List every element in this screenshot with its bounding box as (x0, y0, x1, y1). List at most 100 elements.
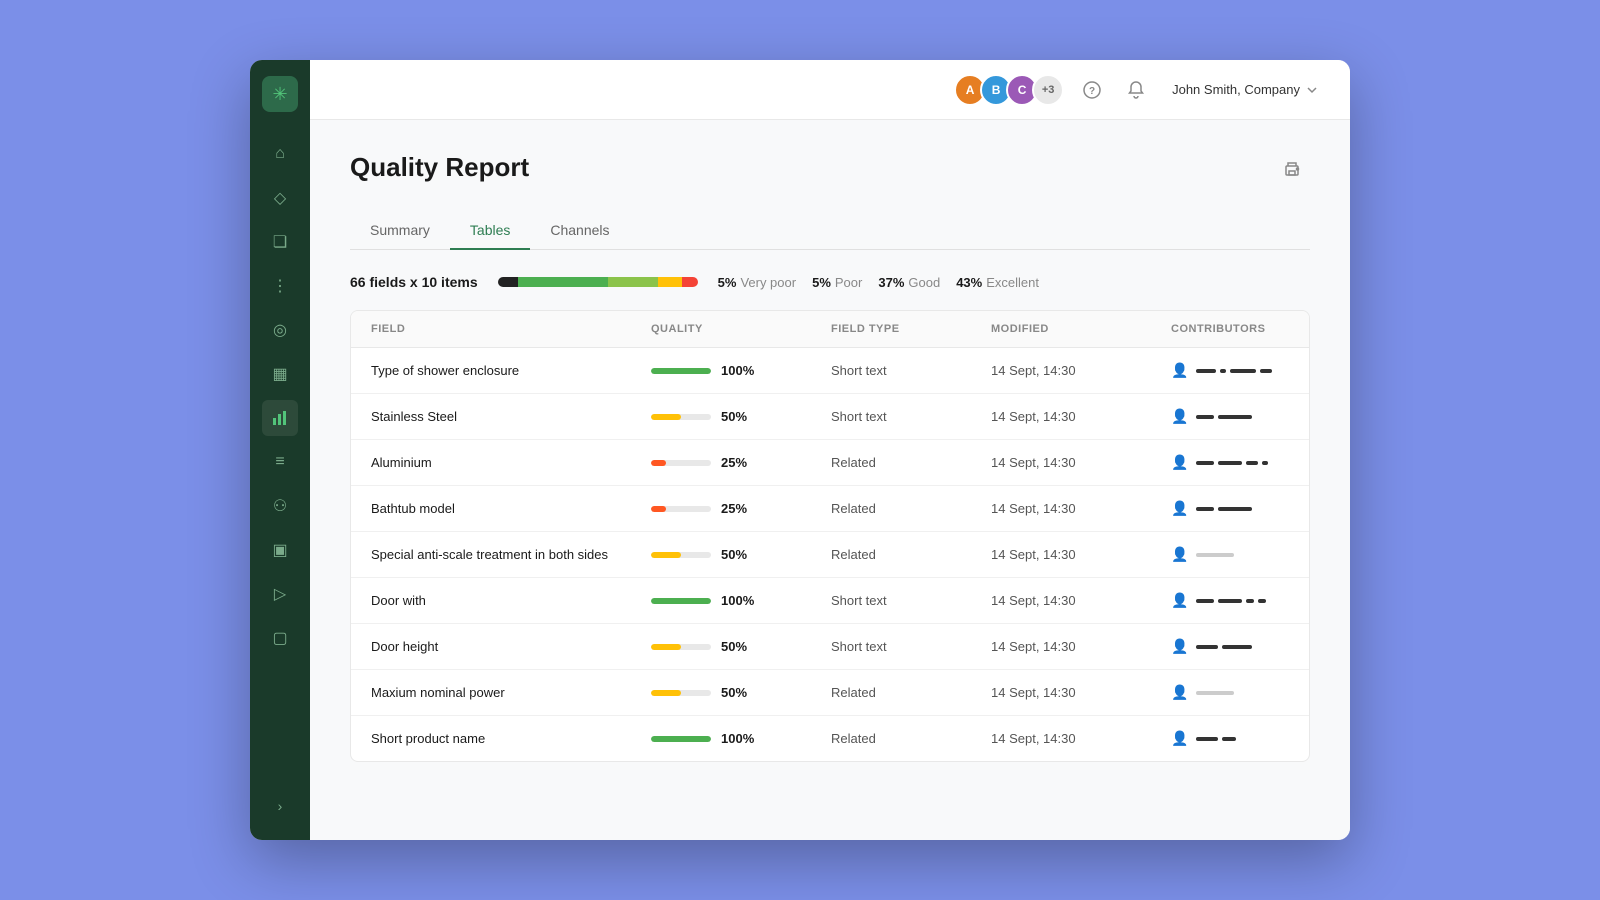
tab-channels[interactable]: Channels (530, 212, 629, 250)
contrib-lines (1196, 553, 1234, 557)
sidebar-item-folder[interactable]: ▷ (262, 576, 298, 612)
col-quality: QUALITY (651, 323, 831, 335)
tab-tables[interactable]: Tables (450, 212, 530, 250)
user-menu[interactable]: John Smith, Company (1164, 78, 1326, 101)
quality-fields-label: 66 fields x 10 items (350, 274, 478, 290)
field-name: Stainless Steel (371, 409, 651, 424)
modified-date: 14 Sept, 14:30 (991, 685, 1171, 700)
contrib-lines (1196, 369, 1272, 373)
contrib-line (1246, 599, 1254, 603)
contributor-icon: 👤 (1171, 362, 1188, 379)
quality-mini-bar (651, 644, 711, 650)
sidebar-item-link[interactable]: ⚇ (262, 488, 298, 524)
contributor-icon: 👤 (1171, 730, 1188, 747)
sidebar-item-chat[interactable]: ▢ (262, 620, 298, 656)
field-name: Maxium nominal power (371, 685, 651, 700)
contrib-line (1196, 599, 1214, 603)
modified-date: 14 Sept, 14:30 (991, 363, 1171, 378)
contrib-line (1246, 461, 1258, 465)
quality-pct: 50% (721, 639, 761, 654)
sidebar-item-location[interactable]: ◎ (262, 312, 298, 348)
contrib-line (1222, 645, 1252, 649)
sidebar: ✳ ⌂ ◇ ❏ ⋮ ◎ ▦ ≡ ⚇ ▣ ▷ ▢ › (250, 60, 310, 840)
field-type: Related (831, 501, 991, 516)
quality-stats: 5% Very poor 5% Poor 37% Good 43% Excell… (718, 275, 1039, 290)
contrib-line (1262, 461, 1268, 465)
sidebar-collapse-button[interactable]: › (262, 788, 298, 824)
contrib-line (1222, 737, 1236, 741)
avatar-overflow: +3 (1032, 74, 1064, 106)
contrib-line (1196, 461, 1214, 465)
field-name: Short product name (371, 731, 651, 746)
sidebar-item-stack[interactable]: ≡ (262, 444, 298, 480)
notification-icon[interactable] (1120, 74, 1152, 106)
quality-bar (498, 277, 698, 287)
quality-mini-bar (651, 598, 711, 604)
help-icon[interactable]: ? (1076, 74, 1108, 106)
quality-mini-bar (651, 368, 711, 374)
field-type: Related (831, 685, 991, 700)
sidebar-item-chart[interactable] (262, 400, 298, 436)
modified-date: 14 Sept, 14:30 (991, 547, 1171, 562)
sidebar-item-layers[interactable]: ❏ (262, 224, 298, 260)
quality-pct: 50% (721, 547, 761, 562)
tab-summary[interactable]: Summary (350, 212, 450, 250)
quality-cell: 25% (651, 455, 831, 470)
modified-date: 14 Sept, 14:30 (991, 593, 1171, 608)
contributors-cell: 👤 (1171, 500, 1289, 517)
quality-fill (651, 552, 681, 558)
quality-pct: 50% (721, 685, 761, 700)
table-row: Door height 50% Short text 14 Sept, 14:3… (351, 624, 1309, 670)
topbar: A B C +3 ? John Smith, Company (310, 60, 1350, 120)
stat-excellent: 43% Excellent (956, 275, 1039, 290)
col-contributors: CONTRIBUTORS (1171, 323, 1289, 335)
quality-fill (651, 644, 681, 650)
quality-fill (651, 690, 681, 696)
page-header: Quality Report (350, 152, 1310, 188)
main-content: A B C +3 ? John Smith, Company (310, 60, 1350, 840)
contrib-line (1196, 415, 1214, 419)
contrib-line (1230, 369, 1256, 373)
table-header: FIELD QUALITY FIELD TYPE MODIFIED CONTRI… (351, 311, 1309, 348)
contributors-cell: 👤 (1171, 592, 1289, 609)
user-label: John Smith, Company (1172, 82, 1300, 97)
sidebar-item-table[interactable]: ▦ (262, 356, 298, 392)
contrib-line (1196, 369, 1216, 373)
quality-mini-bar (651, 690, 711, 696)
sidebar-item-flow[interactable]: ⋮ (262, 268, 298, 304)
field-name: Door with (371, 593, 651, 608)
field-name: Aluminium (371, 455, 651, 470)
quality-cell: 50% (651, 639, 831, 654)
quality-fill (651, 598, 711, 604)
quality-summary: 66 fields x 10 items 5% Very poor 5% (350, 274, 1310, 290)
sidebar-logo[interactable]: ✳ (262, 76, 298, 112)
collaborator-avatars: A B C +3 (954, 74, 1064, 106)
modified-date: 14 Sept, 14:30 (991, 501, 1171, 516)
table-row: Stainless Steel 50% Short text 14 Sept, … (351, 394, 1309, 440)
contrib-line (1196, 691, 1234, 695)
quality-fill (651, 736, 711, 742)
stat-very-poor: 5% Very poor (718, 275, 796, 290)
bar-very-poor (682, 277, 698, 287)
contrib-lines (1196, 737, 1236, 741)
table-row: Special anti-scale treatment in both sid… (351, 532, 1309, 578)
field-type: Short text (831, 409, 991, 424)
contributors-cell: 👤 (1171, 362, 1289, 379)
contributors-cell: 👤 (1171, 408, 1289, 425)
stat-good: 37% Good (878, 275, 940, 290)
modified-date: 14 Sept, 14:30 (991, 639, 1171, 654)
contrib-line (1258, 599, 1266, 603)
sidebar-item-image[interactable]: ▣ (262, 532, 298, 568)
col-modified: MODIFIED (991, 323, 1171, 335)
print-button[interactable] (1274, 152, 1310, 188)
contrib-line (1260, 369, 1272, 373)
sidebar-item-home[interactable]: ⌂ (262, 136, 298, 172)
table-row: Door with 100% Short text 14 Sept, 14:30… (351, 578, 1309, 624)
quality-mini-bar (651, 506, 711, 512)
tabs: Summary Tables Channels (350, 212, 1310, 250)
contrib-lines (1196, 645, 1252, 649)
table-row: Bathtub model 25% Related 14 Sept, 14:30… (351, 486, 1309, 532)
quality-cell: 25% (651, 501, 831, 516)
quality-pct: 25% (721, 455, 761, 470)
sidebar-item-diamond[interactable]: ◇ (262, 180, 298, 216)
